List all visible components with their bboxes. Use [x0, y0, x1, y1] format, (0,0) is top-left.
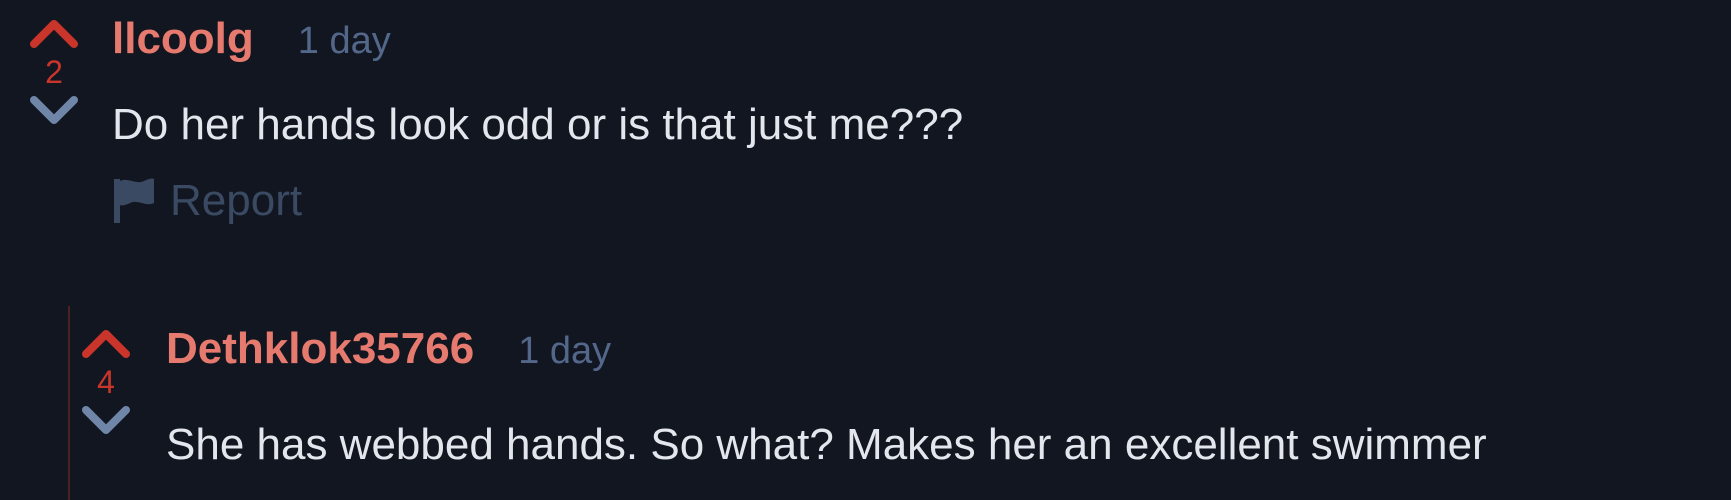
upvote-button[interactable]	[81, 326, 131, 360]
downvote-button[interactable]	[81, 402, 131, 436]
thread-line[interactable]	[68, 306, 70, 500]
vote-controls: 4	[78, 326, 134, 436]
comment-header: Dethklok35766 1 day	[166, 324, 611, 374]
comment-body: Do her hands look odd or is that just me…	[112, 100, 964, 149]
upvote-button[interactable]	[29, 16, 79, 50]
vote-controls: 2	[26, 16, 82, 126]
flag-icon	[114, 178, 154, 223]
chevron-down-icon	[82, 406, 130, 434]
comment-header: llcoolg 1 day	[112, 14, 391, 64]
downvote-button[interactable]	[29, 92, 79, 126]
timestamp[interactable]: 1 day	[518, 330, 611, 373]
chevron-up-icon	[30, 20, 78, 48]
username-link[interactable]: llcoolg	[112, 14, 254, 64]
chevron-up-icon	[82, 330, 130, 358]
timestamp[interactable]: 1 day	[298, 20, 391, 63]
chevron-down-icon	[30, 96, 78, 124]
score: 4	[97, 364, 115, 400]
score: 2	[45, 54, 63, 90]
report-label: Report	[170, 176, 303, 225]
username-link[interactable]: Dethklok35766	[166, 324, 474, 374]
comment-thread: { "colors": { "background": "#121620", "…	[0, 0, 1731, 500]
comment-body: She has webbed hands. So what? Makes her…	[166, 420, 1487, 469]
report-button[interactable]: Report	[112, 176, 302, 226]
